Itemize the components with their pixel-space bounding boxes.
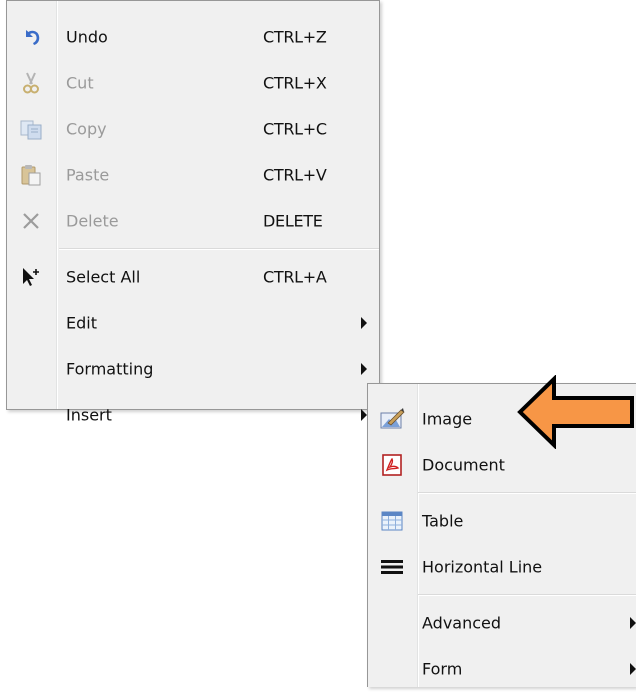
- select-all-cursor-icon: [7, 254, 55, 300]
- submenu-arrow-icon: [630, 617, 636, 629]
- menu-item-copy[interactable]: Copy CTRL+C: [7, 106, 379, 152]
- paste-icon: [7, 152, 55, 198]
- menu-item-label: Paste: [66, 165, 110, 185]
- pdf-document-icon: [368, 442, 416, 488]
- menu-item-label: Form: [422, 659, 463, 679]
- menu-separator: [418, 594, 636, 596]
- menu-item-cut[interactable]: Cut CTRL+X: [7, 60, 379, 106]
- menu-separator: [418, 492, 636, 494]
- submenu-arrow-icon: [361, 317, 367, 329]
- menu-separator: [59, 248, 379, 250]
- submenu-item-table[interactable]: Table: [368, 498, 636, 544]
- menu-item-label: Advanced: [422, 613, 502, 633]
- submenu-arrow-icon: [361, 363, 367, 375]
- submenu-item-advanced[interactable]: Advanced: [368, 600, 636, 646]
- menu-item-label: Document: [422, 455, 505, 475]
- undo-icon: [7, 14, 55, 60]
- submenu-arrow-icon: [630, 663, 636, 675]
- menu-item-label: Edit: [66, 313, 97, 333]
- menu-item-label: Table: [422, 511, 464, 531]
- copy-icon: [7, 106, 55, 152]
- menu-item-label: Insert: [66, 405, 112, 425]
- menu-item-shortcut: CTRL+Z: [263, 27, 327, 47]
- menu-item-formatting[interactable]: Formatting: [7, 346, 379, 392]
- horizontal-line-icon: [368, 544, 416, 590]
- scissors-icon: [7, 60, 55, 106]
- callout-arrow-icon: [517, 375, 634, 449]
- menu-item-label: Undo: [66, 27, 108, 47]
- x-icon: [7, 198, 55, 244]
- menu-item-label: Formatting: [66, 359, 154, 379]
- menu-item-label: Cut: [66, 73, 94, 93]
- menu-item-shortcut: CTRL+A: [263, 267, 327, 287]
- menu-item-label: Select All: [66, 267, 141, 287]
- menu-item-delete[interactable]: Delete DELETE: [7, 198, 379, 244]
- submenu-item-form[interactable]: Form: [368, 646, 636, 692]
- menu-item-insert[interactable]: Insert: [7, 392, 379, 438]
- menu-item-shortcut: CTRL+C: [263, 119, 327, 139]
- menu-item-undo[interactable]: Undo CTRL+Z: [7, 14, 379, 60]
- menu-item-shortcut: CTRL+V: [263, 165, 327, 185]
- menu-item-shortcut: CTRL+X: [263, 73, 327, 93]
- context-menu: Undo CTRL+Z Cut CTRL+X Copy CTRL+C Paste…: [6, 0, 380, 425]
- image-icon: [368, 396, 416, 442]
- menu-item-paste[interactable]: Paste CTRL+V: [7, 152, 379, 198]
- submenu-item-horizontal-line[interactable]: Horizontal Line: [368, 544, 636, 590]
- menu-item-edit[interactable]: Edit: [7, 300, 379, 346]
- table-icon: [368, 498, 416, 544]
- menu-item-select-all[interactable]: Select All CTRL+A: [7, 254, 379, 300]
- menu-item-label: Image: [422, 409, 473, 429]
- menu-item-label: Delete: [66, 211, 119, 231]
- menu-item-shortcut: DELETE: [263, 211, 323, 231]
- menu-item-label: Horizontal Line: [422, 557, 543, 577]
- menu-item-label: Copy: [66, 119, 107, 139]
